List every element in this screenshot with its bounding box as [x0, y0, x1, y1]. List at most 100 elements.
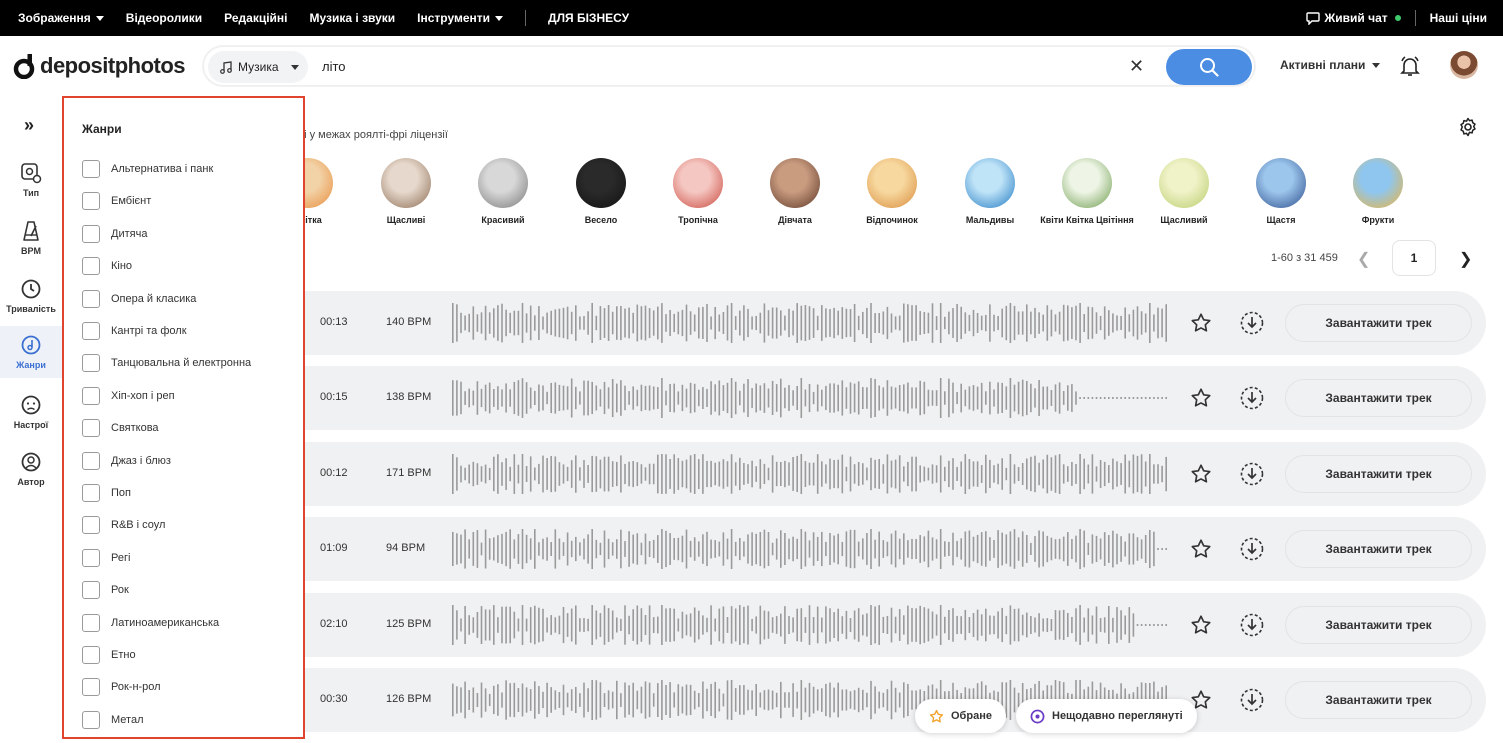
genre-checkbox[interactable]	[82, 160, 100, 178]
genre-option[interactable]: Регі	[82, 548, 130, 568]
genre-checkbox[interactable]	[82, 192, 100, 211]
genre-checkbox[interactable]	[82, 548, 100, 567]
download-track-button[interactable]: Завантажити трек	[1285, 530, 1472, 568]
category-chip[interactable]: Дівчата	[740, 158, 850, 225]
notifications-bell-icon[interactable]	[1398, 54, 1422, 78]
genre-checkbox[interactable]	[82, 678, 100, 697]
download-preview-icon[interactable]	[1239, 310, 1265, 336]
logo[interactable]: depositphotos	[12, 50, 186, 82]
nav-business[interactable]: ДЛЯ БІЗНЕСУ	[548, 11, 629, 25]
search-input[interactable]: літо	[322, 59, 346, 74]
genre-option[interactable]: Танцювальна й електронна	[82, 353, 251, 373]
download-track-button[interactable]: Завантажити трек	[1285, 455, 1472, 493]
waveform[interactable]	[452, 454, 1168, 494]
download-preview-icon[interactable]	[1239, 612, 1265, 638]
genre-checkbox[interactable]	[82, 484, 100, 502]
track-row[interactable]: 00:15 138 BPM Завантажити трек	[298, 366, 1486, 430]
expand-sidebar-icon[interactable]: »	[24, 116, 34, 134]
genre-checkbox[interactable]	[82, 613, 100, 632]
genre-checkbox[interactable]	[82, 710, 100, 729]
waveform[interactable]	[452, 605, 1168, 645]
genre-checkbox[interactable]	[82, 451, 100, 470]
star-icon[interactable]	[1190, 463, 1212, 485]
sidebar-item-moods[interactable]: Настрої	[0, 386, 62, 438]
nav-tools[interactable]: Інструменти	[417, 11, 504, 25]
nav-videos[interactable]: Відеоролики	[126, 11, 202, 25]
content-type-select[interactable]: Музика	[208, 51, 308, 83]
favorites-button[interactable]: Обране	[915, 699, 1006, 733]
category-chip[interactable]: Щасливі	[351, 158, 461, 225]
genre-option[interactable]: Кіно	[82, 256, 132, 276]
genre-option[interactable]: Опера й класика	[82, 289, 196, 309]
genre-checkbox[interactable]	[82, 516, 100, 535]
download-track-button[interactable]: Завантажити трек	[1285, 379, 1472, 417]
genre-option[interactable]: Метал	[82, 710, 144, 730]
genre-option[interactable]: Ембієнт	[82, 191, 151, 211]
track-row[interactable]: 00:12 171 BPM Завантажити трек	[298, 442, 1486, 506]
nav-editorial[interactable]: Редакційні	[224, 11, 287, 25]
genre-checkbox[interactable]	[82, 419, 100, 438]
genre-option[interactable]: Етно	[82, 645, 136, 665]
recently-viewed-button[interactable]: Нещодавно переглянуті	[1016, 699, 1197, 733]
category-chip[interactable]: Щасливий	[1129, 158, 1239, 225]
category-chip[interactable]: Мальдивы	[935, 158, 1045, 225]
waveform[interactable]	[452, 303, 1168, 343]
download-preview-icon[interactable]	[1239, 461, 1265, 487]
download-preview-icon[interactable]	[1239, 687, 1265, 713]
nav-images[interactable]: Зображення	[18, 11, 104, 25]
download-preview-icon[interactable]	[1239, 385, 1265, 411]
category-chip[interactable]: Квіти Квітка Цвітіння	[1032, 158, 1142, 225]
download-track-button[interactable]: Завантажити трек	[1285, 304, 1472, 342]
star-icon[interactable]	[1190, 387, 1212, 409]
user-avatar[interactable]	[1450, 51, 1478, 79]
genre-checkbox[interactable]	[82, 646, 100, 664]
genre-checkbox[interactable]	[82, 224, 100, 243]
genre-option[interactable]: Рок-н-рол	[82, 677, 161, 697]
category-chip[interactable]: Тропічна	[643, 158, 753, 225]
sidebar-item-author[interactable]: Автор	[0, 443, 62, 495]
genre-checkbox[interactable]	[82, 581, 100, 600]
previous-page-icon[interactable]: ❮	[1357, 249, 1370, 269]
genre-option[interactable]: Дитяча	[82, 224, 147, 244]
star-icon[interactable]	[1190, 312, 1212, 334]
genre-checkbox[interactable]	[82, 354, 100, 373]
search-button[interactable]	[1166, 49, 1252, 85]
category-chip[interactable]: Фрукти	[1323, 158, 1433, 225]
clear-search-icon[interactable]: ✕	[1129, 57, 1144, 75]
download-preview-icon[interactable]	[1239, 536, 1265, 562]
genre-option[interactable]: Кантрі та фолк	[82, 321, 187, 341]
next-page-icon[interactable]: ❯	[1459, 249, 1472, 269]
waveform[interactable]	[452, 529, 1168, 569]
genre-checkbox[interactable]	[82, 322, 100, 340]
category-chip[interactable]: Весело	[546, 158, 656, 225]
genre-option[interactable]: Святкова	[82, 418, 159, 438]
track-row[interactable]: 00:30 126 BPM Завантажити трек	[298, 668, 1486, 732]
page-number-input[interactable]: 1	[1392, 240, 1436, 276]
genre-option[interactable]: Альтернатива і панк	[82, 159, 213, 179]
nav-music[interactable]: Музика і звуки	[310, 11, 396, 25]
category-chip[interactable]: Красивий	[448, 158, 558, 225]
gear-icon[interactable]	[1458, 117, 1478, 137]
waveform[interactable]	[452, 378, 1168, 418]
star-icon[interactable]	[1190, 614, 1212, 636]
track-row[interactable]: 00:13 140 BPM Завантажити трек	[298, 291, 1486, 355]
live-chat-link[interactable]: Живий чат	[1306, 11, 1401, 25]
category-chip[interactable]: Щастя	[1226, 158, 1336, 225]
star-icon[interactable]	[1190, 538, 1212, 560]
genre-option[interactable]: R&B і соул	[82, 515, 165, 535]
genre-checkbox[interactable]	[82, 386, 100, 405]
genre-checkbox[interactable]	[82, 289, 100, 308]
sidebar-item-duration[interactable]: Тривалість	[0, 270, 62, 322]
genre-option[interactable]: Рок	[82, 580, 129, 600]
genre-option[interactable]: Латиноамериканська	[82, 613, 219, 633]
download-track-button[interactable]: Завантажити трек	[1285, 681, 1472, 719]
sidebar-item-type[interactable]: Тип	[0, 154, 62, 206]
active-plans-dropdown[interactable]: Активні плани	[1280, 58, 1381, 72]
sidebar-item-bpm[interactable]: BPM	[0, 212, 62, 264]
genre-option[interactable]: Хіп-хоп і реп	[82, 386, 175, 406]
track-row[interactable]: 02:10 125 BPM Завантажити трек	[298, 593, 1486, 657]
genre-option[interactable]: Поп	[82, 483, 131, 503]
category-chip[interactable]: Відпочинок	[837, 158, 947, 225]
genre-checkbox[interactable]	[82, 257, 100, 276]
sidebar-item-genres[interactable]: Жанри	[0, 326, 62, 378]
